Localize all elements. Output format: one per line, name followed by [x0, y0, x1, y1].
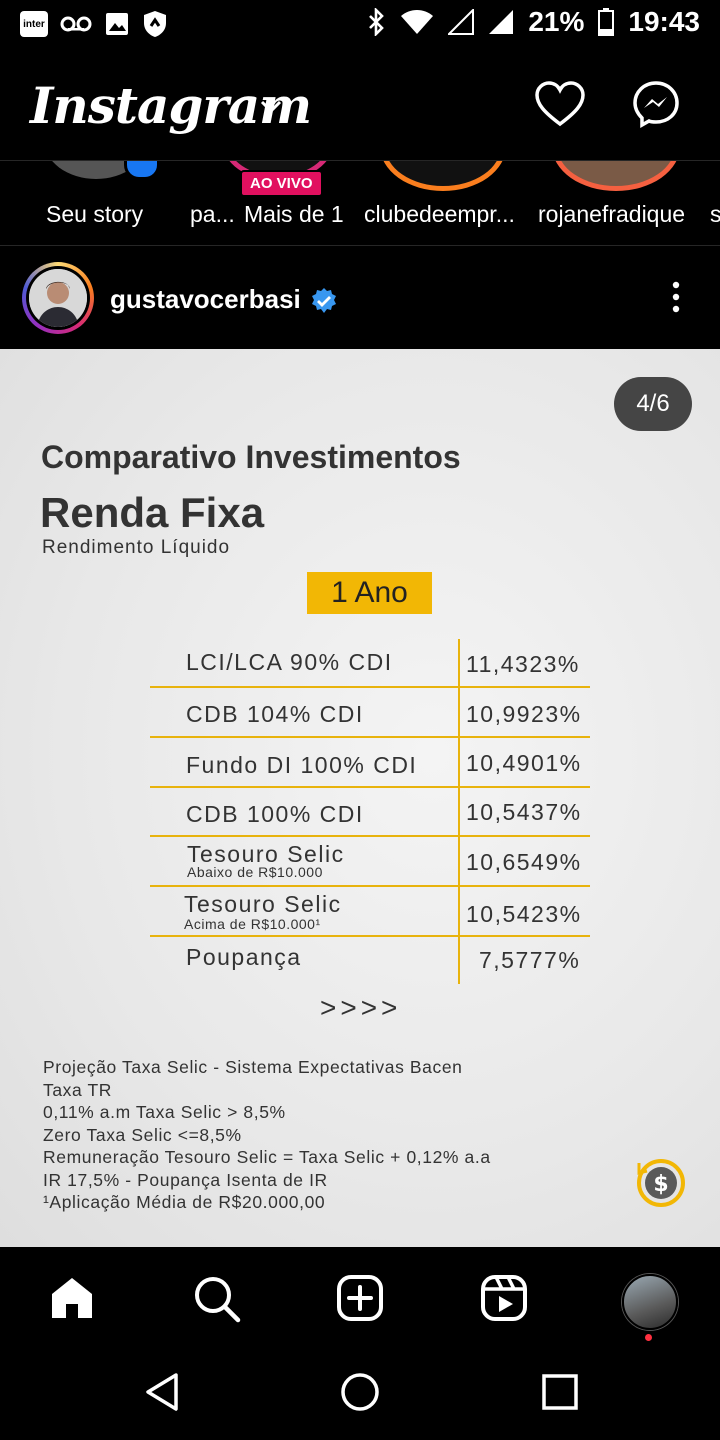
story-label[interactable]: rojanefradique — [538, 201, 685, 228]
carousel-counter: 4/6 — [614, 377, 692, 431]
story-label[interactable]: Seu story — [46, 201, 143, 228]
post-title: Comparativo Investimentos — [41, 439, 461, 475]
stories-tray: Seu story AO VIVO pa... Mais de 1 clubed… — [0, 161, 720, 246]
post-image[interactable]: 4/6 Comparativo Investimentos Renda Fixa… — [0, 349, 720, 1247]
clock: 19:43 — [628, 6, 700, 37]
system-icons: 21% 19:43 — [366, 6, 700, 38]
voicemail-icon — [60, 16, 92, 32]
investment-name: Fundo DI 100% CDI — [186, 752, 418, 778]
post-subheading: Rendimento Líquido — [42, 537, 231, 558]
recents-icon[interactable] — [542, 1374, 578, 1410]
investment-yield: 10,5437% — [466, 799, 582, 825]
post-heading: Renda Fixa — [40, 489, 265, 536]
investment-yield: 11,4323% — [466, 651, 580, 677]
inter-app-icon: inter — [20, 11, 48, 37]
investment-yield: 10,6549% — [466, 849, 582, 875]
table-divider — [458, 639, 460, 984]
story-label[interactable]: s — [710, 201, 720, 228]
footnote-line: Remuneração Tesouro Selic = Taxa Selic +… — [43, 1147, 491, 1167]
story-label[interactable]: pa... — [190, 201, 235, 228]
image-icon — [106, 13, 128, 35]
create-icon[interactable] — [336, 1274, 384, 1322]
status-bar: inter 21% 19:43 — [0, 0, 720, 48]
wifi-icon — [401, 10, 434, 34]
investment-note: Abaixo de R$10.000 — [187, 864, 323, 880]
heart-icon[interactable] — [534, 80, 586, 128]
post-header: gustavocerbasi — [0, 246, 720, 348]
investment-name: LCI/LCA 90% CDI — [186, 649, 393, 675]
signal-icon — [489, 10, 514, 34]
row-divider — [150, 885, 590, 887]
search-icon[interactable] — [192, 1274, 242, 1324]
investment-yield: 7,5777% — [479, 947, 581, 973]
investment-note: Acima de R$10.000¹ — [184, 916, 321, 932]
story-avatar[interactable] — [552, 161, 680, 191]
battery-icon — [598, 8, 615, 36]
row-divider — [150, 935, 590, 937]
bottom-nav — [0, 1248, 720, 1352]
period-label: 1 Ano — [307, 572, 432, 614]
investment-name: CDB 104% CDI — [186, 701, 364, 727]
live-badge: AO VIVO — [240, 170, 323, 197]
footnote-line: Taxa TR — [43, 1079, 113, 1100]
investment-name: Poupança — [186, 944, 302, 970]
bluetooth-icon — [369, 8, 385, 36]
investment-yield: 10,4901% — [466, 750, 582, 776]
investment-yield: 10,5423% — [466, 901, 582, 927]
row-divider — [150, 835, 590, 837]
story-avatar[interactable] — [380, 161, 506, 191]
investment-name: Tesouro Selic — [184, 891, 342, 917]
notification-icons: inter — [20, 10, 168, 38]
system-navigation — [0, 1352, 720, 1440]
investment-yield: 10,9923% — [466, 701, 582, 727]
dollar-refresh-icon: $ — [637, 1159, 685, 1207]
row-divider — [150, 736, 590, 738]
app-header: Instagram — [0, 60, 720, 161]
shield-icon — [144, 11, 166, 37]
footnote-line: IR 17,5% - Poupança Isenta de IR — [43, 1169, 328, 1190]
footnote-line: Projeção Taxa Selic - Sistema Expectativ… — [43, 1057, 463, 1077]
notification-dot — [645, 1334, 652, 1341]
story-label[interactable]: Mais de 1 — [244, 201, 344, 228]
battery-percent: 21% — [528, 6, 585, 37]
footnotes: Projeção Taxa Selic - Sistema Expectativ… — [43, 1056, 491, 1214]
reels-icon[interactable] — [480, 1274, 528, 1322]
svg-text:$: $ — [653, 1172, 668, 1197]
avatar[interactable] — [22, 262, 94, 334]
home-icon[interactable] — [48, 1274, 96, 1322]
swipe-arrows: >>>> — [320, 992, 402, 1023]
profile-avatar[interactable] — [622, 1274, 678, 1330]
story-label[interactable]: clubedeempr... — [364, 201, 515, 228]
signal-empty-icon — [448, 9, 475, 35]
add-story-icon[interactable] — [124, 161, 160, 180]
avatar-photo — [29, 269, 87, 327]
back-icon[interactable] — [142, 1372, 182, 1412]
row-divider — [150, 786, 590, 788]
kebab-icon[interactable] — [670, 280, 682, 316]
footnote-line: Zero Taxa Selic <=8,5% — [43, 1124, 242, 1145]
verified-badge-icon — [312, 288, 336, 313]
footnote-line: ¹Aplicação Média de R$20.000,00 — [43, 1192, 326, 1212]
post-username[interactable]: gustavocerbasi — [110, 284, 301, 315]
messenger-icon[interactable] — [632, 80, 680, 128]
footnote-line: 0,11% a.m Taxa Selic > 8,5% — [43, 1102, 286, 1122]
row-divider — [150, 686, 590, 688]
chevron-down-icon[interactable] — [258, 98, 284, 116]
home-circle-icon[interactable] — [340, 1372, 380, 1412]
investment-name: CDB 100% CDI — [186, 801, 364, 827]
